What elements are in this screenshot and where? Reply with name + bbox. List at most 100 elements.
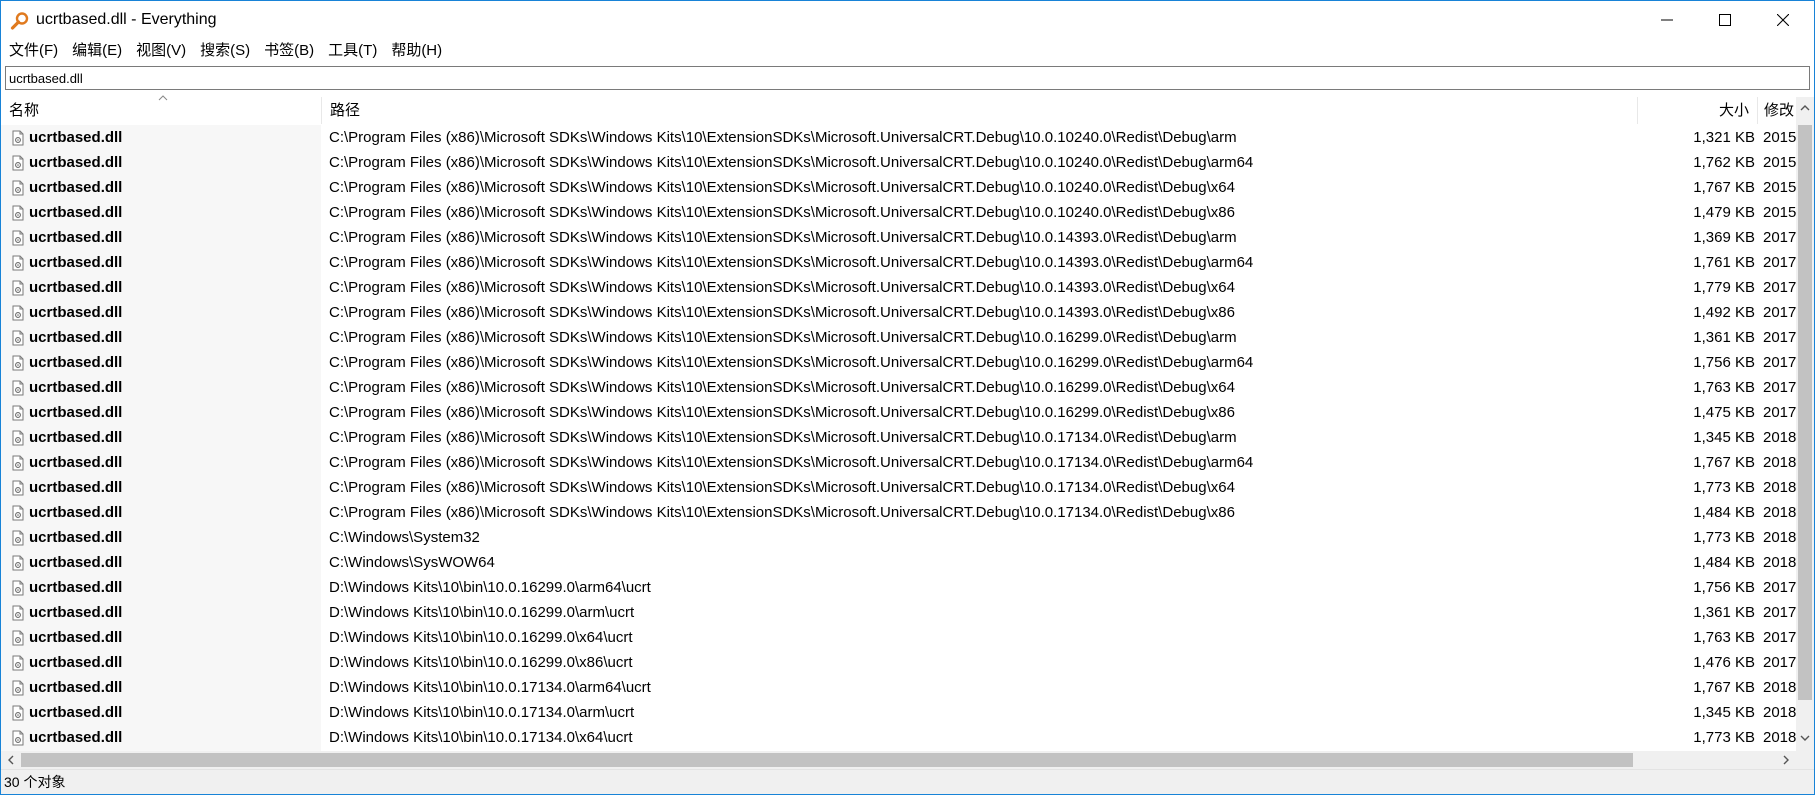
dll-file-icon [12, 680, 24, 696]
table-row[interactable]: ucrtbased.dll C:\Windows\SysWOW64 1,484 KB… [1, 550, 1796, 575]
dll-file-icon [12, 405, 24, 421]
dll-file-icon [12, 630, 24, 646]
file-size: 1,763 KB [1693, 629, 1755, 646]
file-name: ucrtbased.dll [29, 254, 123, 271]
file-path: C:\Program Files (x86)\Microsoft SDKs\Wi… [329, 229, 1237, 246]
file-modified: 2017 [1763, 354, 1796, 371]
file-name: ucrtbased.dll [29, 154, 123, 171]
table-row[interactable]: ucrtbased.dll C:\Program Files (x86)\Micr… [1, 225, 1796, 250]
horizontal-scrollbar[interactable] [1, 751, 1796, 769]
menu-tools[interactable]: 工具(T) [322, 40, 383, 62]
file-name: ucrtbased.dll [29, 204, 123, 221]
file-modified: 2017 [1763, 579, 1796, 596]
menu-edit[interactable]: 编辑(E) [66, 40, 128, 62]
column-header-name[interactable]: 名称 [1, 97, 321, 124]
results-list: ucrtbased.dll C:\Program Files (x86)\Micr… [1, 125, 1796, 751]
dll-file-icon [12, 130, 24, 146]
table-row[interactable]: ucrtbased.dll C:\Windows\System32 1,773 KB… [1, 525, 1796, 550]
table-row[interactable]: ucrtbased.dll C:\Program Files (x86)\Micr… [1, 175, 1796, 200]
file-size: 1,761 KB [1693, 254, 1755, 271]
vertical-scrollbar[interactable] [1796, 97, 1814, 751]
sort-ascending-icon [158, 95, 168, 101]
table-row[interactable]: ucrtbased.dll C:\Program Files (x86)\Micr… [1, 450, 1796, 475]
file-size: 1,773 KB [1693, 729, 1755, 746]
table-row[interactable]: ucrtbased.dll C:\Program Files (x86)\Micr… [1, 500, 1796, 525]
menu-file[interactable]: 文件(F) [3, 40, 64, 62]
dll-file-icon [12, 255, 24, 271]
menu-help[interactable]: 帮助(H) [385, 40, 448, 62]
file-name: ucrtbased.dll [29, 129, 123, 146]
vertical-scroll-thumb[interactable] [1798, 125, 1812, 700]
column-header-modified[interactable]: 修改 [1757, 97, 1797, 124]
file-size: 1,345 KB [1693, 704, 1755, 721]
file-name: ucrtbased.dll [29, 179, 123, 196]
scroll-down-icon[interactable] [1800, 733, 1810, 743]
file-size: 1,763 KB [1693, 379, 1755, 396]
scroll-left-icon[interactable] [6, 755, 16, 765]
file-path: C:\Program Files (x86)\Microsoft SDKs\Wi… [329, 304, 1235, 321]
column-header-size[interactable]: 大小 [1637, 97, 1757, 124]
table-row[interactable]: ucrtbased.dll C:\Program Files (x86)\Micr… [1, 475, 1796, 500]
table-row[interactable]: ucrtbased.dll D:\Windows Kits\10\bin\10.0… [1, 700, 1796, 725]
dll-file-icon [12, 505, 24, 521]
table-row[interactable]: ucrtbased.dll C:\Program Files (x86)\Micr… [1, 250, 1796, 275]
table-row[interactable]: ucrtbased.dll C:\Program Files (x86)\Micr… [1, 150, 1796, 175]
file-size: 1,345 KB [1693, 429, 1755, 446]
scroll-up-icon[interactable] [1800, 103, 1810, 113]
file-size: 1,476 KB [1693, 654, 1755, 671]
table-row[interactable]: ucrtbased.dll C:\Program Files (x86)\Micr… [1, 300, 1796, 325]
table-row[interactable]: ucrtbased.dll C:\Program Files (x86)\Micr… [1, 375, 1796, 400]
minimize-button[interactable] [1638, 1, 1696, 39]
title-bar[interactable]: ucrtbased.dll - Everything [1, 1, 1814, 39]
file-name: ucrtbased.dll [29, 704, 123, 721]
file-path: C:\Program Files (x86)\Microsoft SDKs\Wi… [329, 279, 1235, 296]
column-headers: 名称 路径 大小 修改 [1, 97, 1796, 124]
file-path: C:\Program Files (x86)\Microsoft SDKs\Wi… [329, 129, 1237, 146]
file-name: ucrtbased.dll [29, 379, 123, 396]
table-row[interactable]: ucrtbased.dll C:\Program Files (x86)\Micr… [1, 425, 1796, 450]
menu-search[interactable]: 搜索(S) [194, 40, 256, 62]
column-header-path[interactable]: 路径 [321, 97, 1637, 124]
file-modified: 2018 [1763, 479, 1796, 496]
file-size: 1,369 KB [1693, 229, 1755, 246]
file-size: 1,484 KB [1693, 554, 1755, 571]
table-row[interactable]: ucrtbased.dll C:\Program Files (x86)\Micr… [1, 275, 1796, 300]
scroll-right-icon[interactable] [1781, 755, 1791, 765]
dll-file-icon [12, 330, 24, 346]
file-size: 1,484 KB [1693, 504, 1755, 521]
dll-file-icon [12, 730, 24, 746]
table-row[interactable]: ucrtbased.dll C:\Program Files (x86)\Micr… [1, 325, 1796, 350]
table-row[interactable]: ucrtbased.dll C:\Program Files (x86)\Micr… [1, 350, 1796, 375]
search-input[interactable] [6, 67, 1809, 89]
maximize-button[interactable] [1696, 1, 1754, 39]
dll-file-icon [12, 155, 24, 171]
window-title: ucrtbased.dll - Everything [36, 11, 217, 28]
app-window: ucrtbased.dll - Everything 文件(F) 编辑(E) 视… [0, 0, 1815, 795]
table-row[interactable]: ucrtbased.dll D:\Windows Kits\10\bin\10.0… [1, 675, 1796, 700]
file-size: 1,767 KB [1693, 179, 1755, 196]
table-row[interactable]: ucrtbased.dll D:\Windows Kits\10\bin\10.0… [1, 650, 1796, 675]
table-row[interactable]: ucrtbased.dll D:\Windows Kits\10\bin\10.0… [1, 625, 1796, 650]
file-name: ucrtbased.dll [29, 679, 123, 696]
dll-file-icon [12, 205, 24, 221]
menu-view[interactable]: 视图(V) [130, 40, 192, 62]
table-row[interactable]: ucrtbased.dll D:\Windows Kits\10\bin\10.0… [1, 725, 1796, 750]
table-row[interactable]: ucrtbased.dll D:\Windows Kits\10\bin\10.0… [1, 575, 1796, 600]
horizontal-scroll-thumb[interactable] [21, 753, 1633, 767]
file-path: C:\Program Files (x86)\Microsoft SDKs\Wi… [329, 404, 1235, 421]
table-row[interactable]: ucrtbased.dll D:\Windows Kits\10\bin\10.0… [1, 600, 1796, 625]
file-path: C:\Program Files (x86)\Microsoft SDKs\Wi… [329, 254, 1254, 271]
file-name: ucrtbased.dll [29, 529, 123, 546]
dll-file-icon [12, 555, 24, 571]
file-modified: 2017 [1763, 229, 1796, 246]
file-path: C:\Program Files (x86)\Microsoft SDKs\Wi… [329, 179, 1235, 196]
table-row[interactable]: ucrtbased.dll C:\Program Files (x86)\Micr… [1, 125, 1796, 150]
file-modified: 2015 [1763, 154, 1796, 171]
close-button[interactable] [1754, 1, 1812, 39]
table-row[interactable]: ucrtbased.dll C:\Program Files (x86)\Micr… [1, 400, 1796, 425]
file-modified: 2018 [1763, 729, 1796, 746]
dll-file-icon [12, 605, 24, 621]
minimize-icon [1661, 19, 1673, 21]
table-row[interactable]: ucrtbased.dll C:\Program Files (x86)\Micr… [1, 200, 1796, 225]
menu-bookmarks[interactable]: 书签(B) [258, 40, 320, 62]
